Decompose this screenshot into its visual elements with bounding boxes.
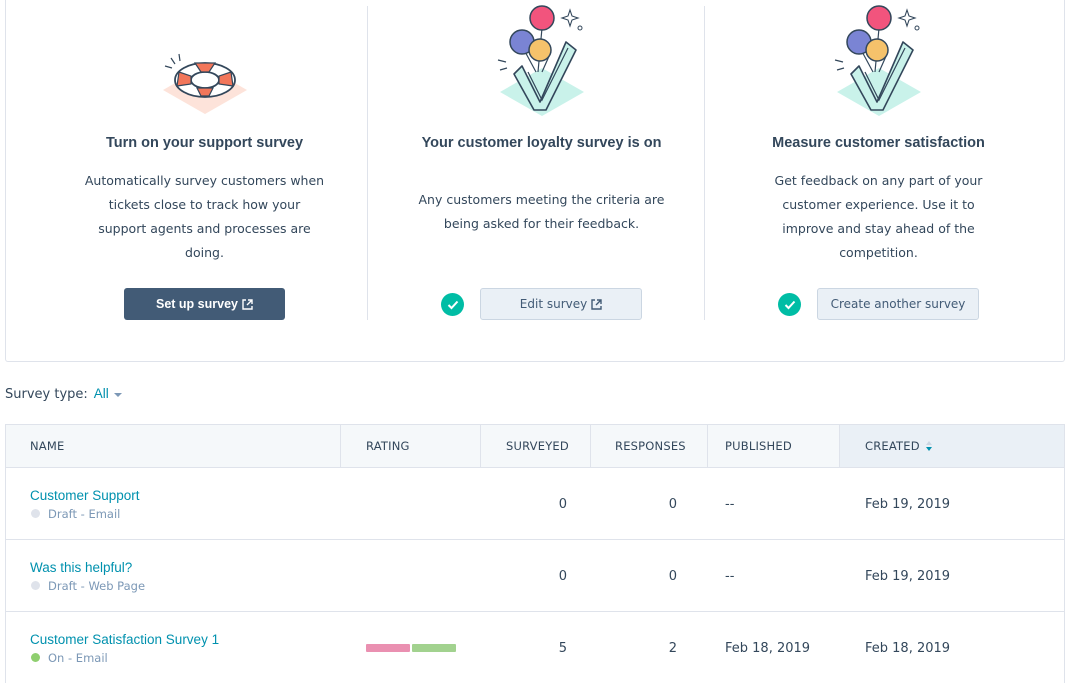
created-date: Feb 18, 2019 [865, 640, 951, 656]
survey-type-dropdown[interactable]: All [94, 386, 109, 401]
rating-cell [366, 612, 456, 683]
card-divider [704, 6, 705, 320]
button-label: Create another survey [830, 297, 966, 311]
rating-bar [366, 644, 456, 652]
balloons-checkmark-illustration [497, 5, 584, 116]
published-date: Feb 18, 2019 [725, 640, 811, 656]
status-indicator: Draft - Web Page [30, 579, 145, 593]
status-label: Draft - Web Page [48, 578, 146, 593]
external-link-icon [591, 298, 602, 310]
card-divider [367, 6, 368, 320]
status-label: Draft - Email [48, 506, 121, 521]
column-header-surveyed[interactable]: SURVEYED [506, 425, 596, 467]
responses-count: 0 [668, 568, 677, 584]
balloons-checkmark-illustration [834, 5, 921, 116]
satisfaction-survey-card: Measure customer satisfaction Get feedba… [710, 0, 1047, 338]
surveyed-count: 5 [558, 640, 567, 656]
status-indicator: On - Email [30, 651, 108, 665]
card-title: Your customer loyalty survey is on [421, 135, 662, 151]
published-date: -- [725, 568, 735, 584]
status-dot [31, 509, 40, 518]
table-row: Customer Satisfaction Survey 1 On - Emai… [6, 612, 1064, 683]
column-header-label: CREATED [865, 439, 920, 453]
lifebuoy-illustration [162, 53, 247, 114]
surveys-table: NAME RATING SURVEYED RESPONSES PUBLISHED… [5, 424, 1065, 683]
table-header: NAME RATING SURVEYED RESPONSES PUBLISHED… [6, 425, 1064, 468]
status-label: On - Email [48, 650, 108, 665]
check-circle-icon [778, 293, 801, 316]
support-survey-card: Turn on your support survey Automaticall… [36, 0, 373, 338]
column-header-created[interactable]: CREATED [840, 425, 1064, 467]
external-link-icon [242, 298, 253, 310]
responses-count: 2 [668, 640, 677, 656]
card-description: Automatically survey customers when tick… [84, 173, 325, 260]
survey-name-cell: Customer Satisfaction Survey 1 On - Emai… [30, 612, 219, 683]
surveyed-count: 0 [558, 568, 567, 584]
button-label: Set up survey [156, 297, 238, 311]
table-row: Was this helpful? Draft - Web Page 0 0 -… [6, 540, 1064, 612]
column-header-published[interactable]: PUBLISHED [725, 425, 825, 467]
edit-survey-button[interactable]: Edit survey [480, 288, 642, 320]
rating-segment [366, 644, 410, 652]
column-header-rating[interactable]: RATING [366, 425, 466, 467]
status-indicator: Draft - Email [30, 507, 120, 521]
survey-name-cell: Customer Support Draft - Email [30, 468, 140, 540]
card-description: Get feedback on any part of your custome… [774, 173, 983, 260]
surveyed-count: 0 [558, 496, 567, 512]
column-header-responses[interactable]: RESPONSES [615, 425, 705, 467]
column-header-name[interactable]: NAME [30, 425, 330, 467]
survey-name-cell: Was this helpful? Draft - Web Page [30, 540, 145, 612]
set-up-survey-button[interactable]: Set up survey [124, 288, 285, 320]
column-separator [707, 425, 708, 467]
survey-type-filter: Survey type: All [5, 386, 122, 402]
create-another-survey-button[interactable]: Create another survey [817, 288, 979, 320]
survey-name-link[interactable]: Customer Support [30, 488, 140, 503]
survey-name-link[interactable]: Customer Satisfaction Survey 1 [30, 632, 219, 647]
card-title: Measure customer satisfaction [772, 135, 985, 151]
check-circle-icon [441, 293, 464, 316]
created-date: Feb 19, 2019 [865, 568, 951, 584]
rating-segment [412, 644, 456, 652]
caret-down-icon[interactable] [113, 392, 122, 397]
card-description: Any customers meeting the criteria are b… [418, 192, 665, 231]
status-dot [31, 653, 40, 662]
survey-cards-panel: Turn on your support survey Automaticall… [5, 0, 1065, 362]
created-date: Feb 19, 2019 [865, 496, 951, 512]
published-date: -- [725, 496, 735, 512]
column-separator [480, 425, 481, 467]
button-label: Edit survey [519, 297, 588, 311]
filter-label: Survey type: [5, 387, 88, 402]
table-row: Customer Support Draft - Email 0 0 -- Fe… [6, 468, 1064, 540]
sort-icon [925, 441, 932, 451]
column-separator [340, 425, 341, 467]
loyalty-survey-card: Your customer loyalty survey is on Any c… [373, 0, 710, 338]
status-dot [31, 581, 40, 590]
column-separator [590, 425, 591, 467]
responses-count: 0 [668, 496, 677, 512]
survey-name-link[interactable]: Was this helpful? [30, 560, 132, 575]
card-title: Turn on your support survey [105, 135, 304, 151]
